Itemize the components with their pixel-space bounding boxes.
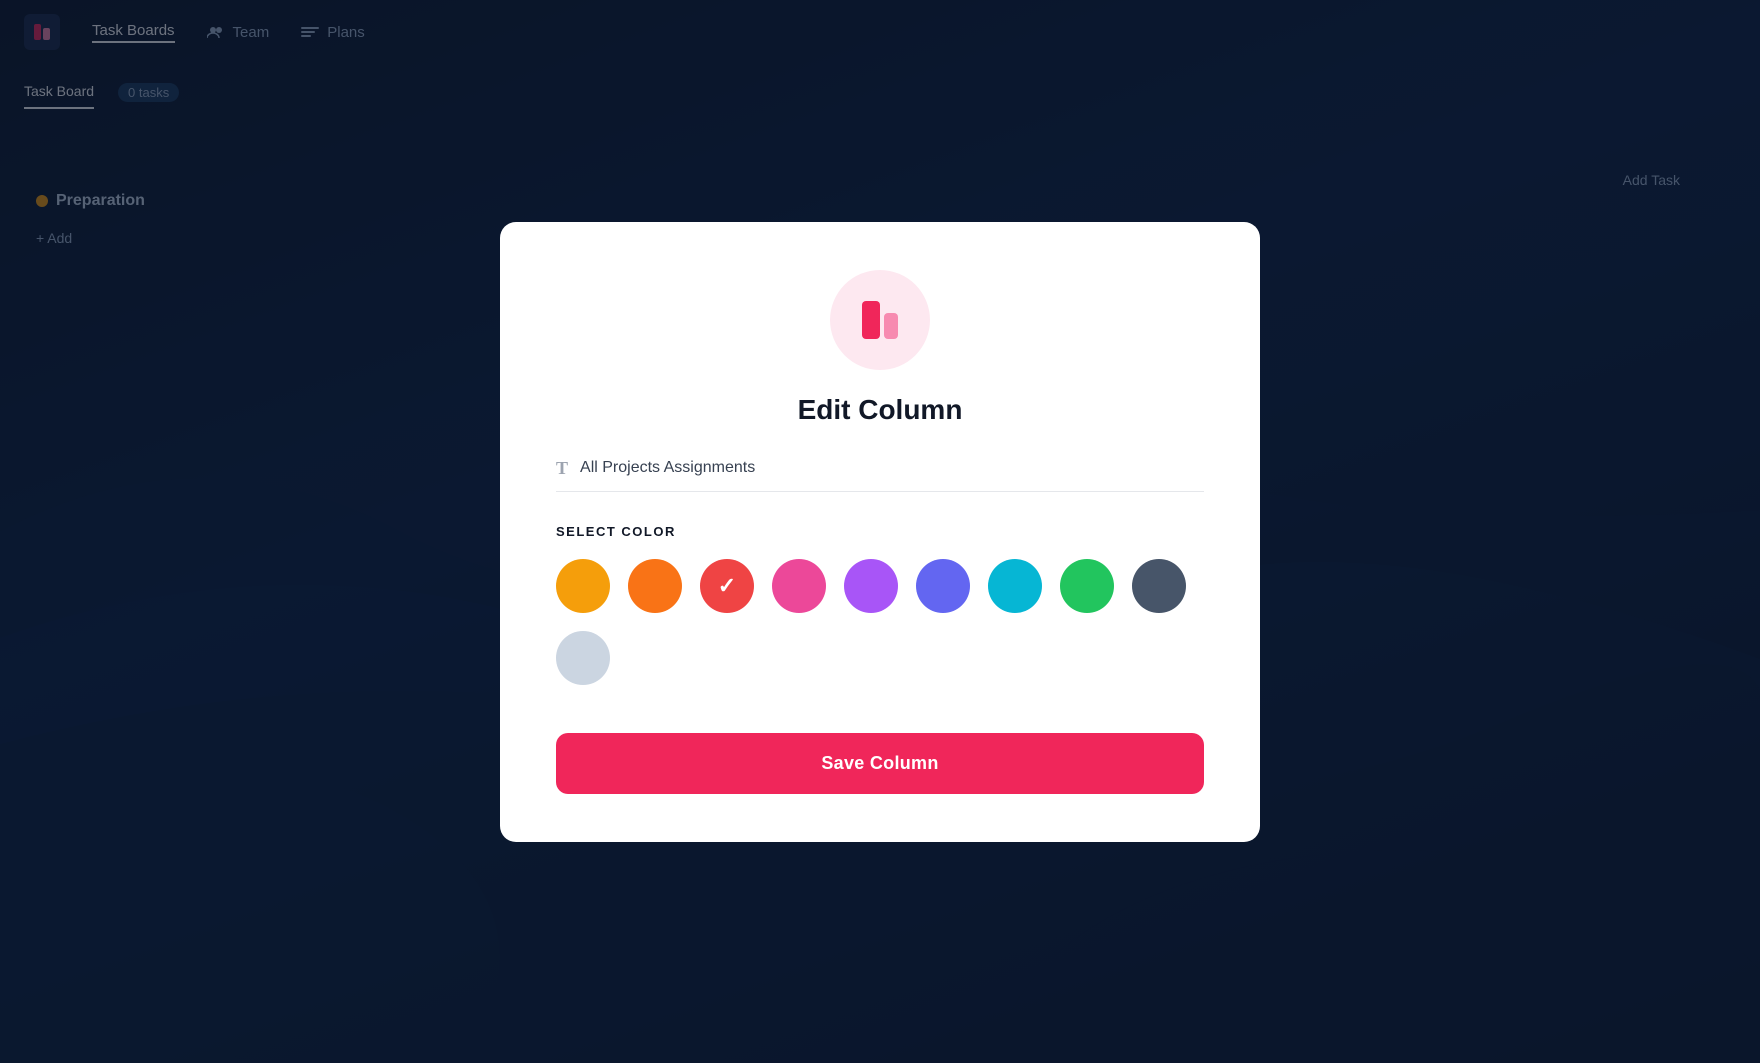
color-swatch-purple[interactable] (844, 559, 898, 613)
color-swatch-light[interactable] (556, 631, 610, 685)
logo-bar-1 (862, 301, 880, 339)
column-name-input[interactable] (580, 459, 1204, 477)
color-swatch-green[interactable] (1060, 559, 1114, 613)
modal-icon-circle (830, 270, 930, 370)
color-swatch-cyan[interactable] (988, 559, 1042, 613)
color-picker (556, 559, 1204, 685)
logo-bar-2 (884, 313, 898, 339)
modal-logo (862, 301, 898, 339)
edit-column-modal: Edit Column T SELECT COLOR (500, 222, 1260, 842)
color-swatch-slate[interactable] (1132, 559, 1186, 613)
color-swatch-yellow[interactable] (556, 559, 610, 613)
color-swatch-indigo[interactable] (916, 559, 970, 613)
modal-title: Edit Column (798, 394, 963, 426)
save-column-button[interactable]: Save Column (556, 733, 1204, 794)
column-name-field-row: T (556, 458, 1204, 492)
color-swatch-orange[interactable] (628, 559, 682, 613)
select-color-label: SELECT COLOR (556, 524, 1204, 539)
modal-overlay[interactable]: Edit Column T SELECT COLOR (0, 0, 1760, 1063)
color-swatch-pink[interactable] (772, 559, 826, 613)
text-icon: T (556, 458, 568, 479)
color-swatch-red[interactable] (700, 559, 754, 613)
